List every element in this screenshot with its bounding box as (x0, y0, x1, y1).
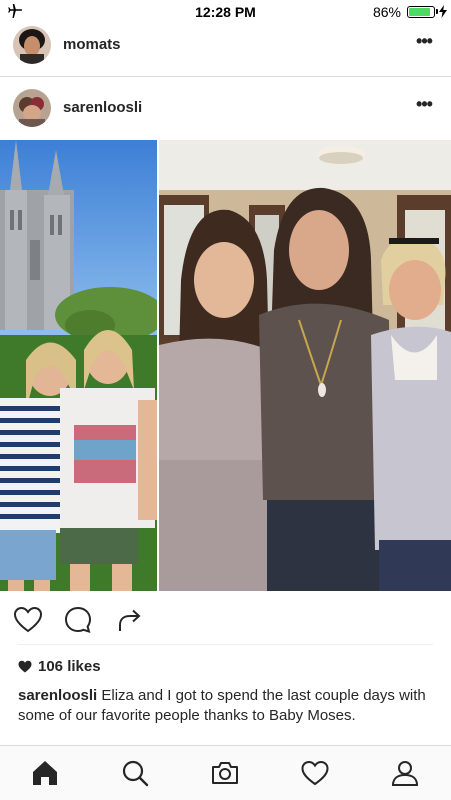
actions-divider (18, 644, 433, 645)
likes-count[interactable]: 106 likes (18, 658, 101, 675)
more-options-icon[interactable]: ••• (413, 95, 435, 117)
post-caption: sarenloosli Eliza and I got to spend the… (18, 686, 438, 726)
battery-percent: 86% (372, 4, 401, 20)
more-options-icon[interactable]: ••• (413, 32, 435, 54)
post-header-momats: momats ••• (0, 20, 451, 70)
post-header-sarenloosli: sarenloosli ••• (0, 83, 451, 133)
photo-right-three-women (159, 140, 451, 591)
post-username[interactable]: momats (63, 36, 121, 53)
charging-bolt-icon (439, 5, 447, 18)
post-username[interactable]: sarenloosli (63, 99, 142, 116)
activity-heart-icon[interactable] (300, 758, 330, 788)
battery-icon (407, 6, 435, 18)
photo-left-temple-girls (0, 140, 157, 591)
battery-fill (409, 8, 430, 16)
comment-icon[interactable] (62, 604, 94, 636)
avatar-sarenloosli[interactable] (13, 89, 51, 127)
likes-heart-icon (18, 660, 32, 673)
battery-tip (436, 9, 438, 14)
caption-username[interactable]: sarenloosli (18, 687, 97, 704)
share-icon[interactable] (114, 604, 146, 636)
profile-icon[interactable] (390, 758, 420, 788)
post-actions (0, 600, 451, 640)
avatar-momats[interactable] (13, 26, 51, 64)
home-icon[interactable] (30, 758, 60, 788)
post-photo[interactable] (0, 140, 451, 591)
bottom-nav (0, 745, 451, 800)
like-heart-icon[interactable] (12, 604, 44, 636)
status-bar: 12:28 PM 86% (0, 0, 451, 22)
post-divider (0, 76, 451, 77)
likes-label: 106 likes (38, 658, 101, 675)
search-icon[interactable] (120, 758, 150, 788)
camera-icon[interactable] (210, 758, 240, 788)
